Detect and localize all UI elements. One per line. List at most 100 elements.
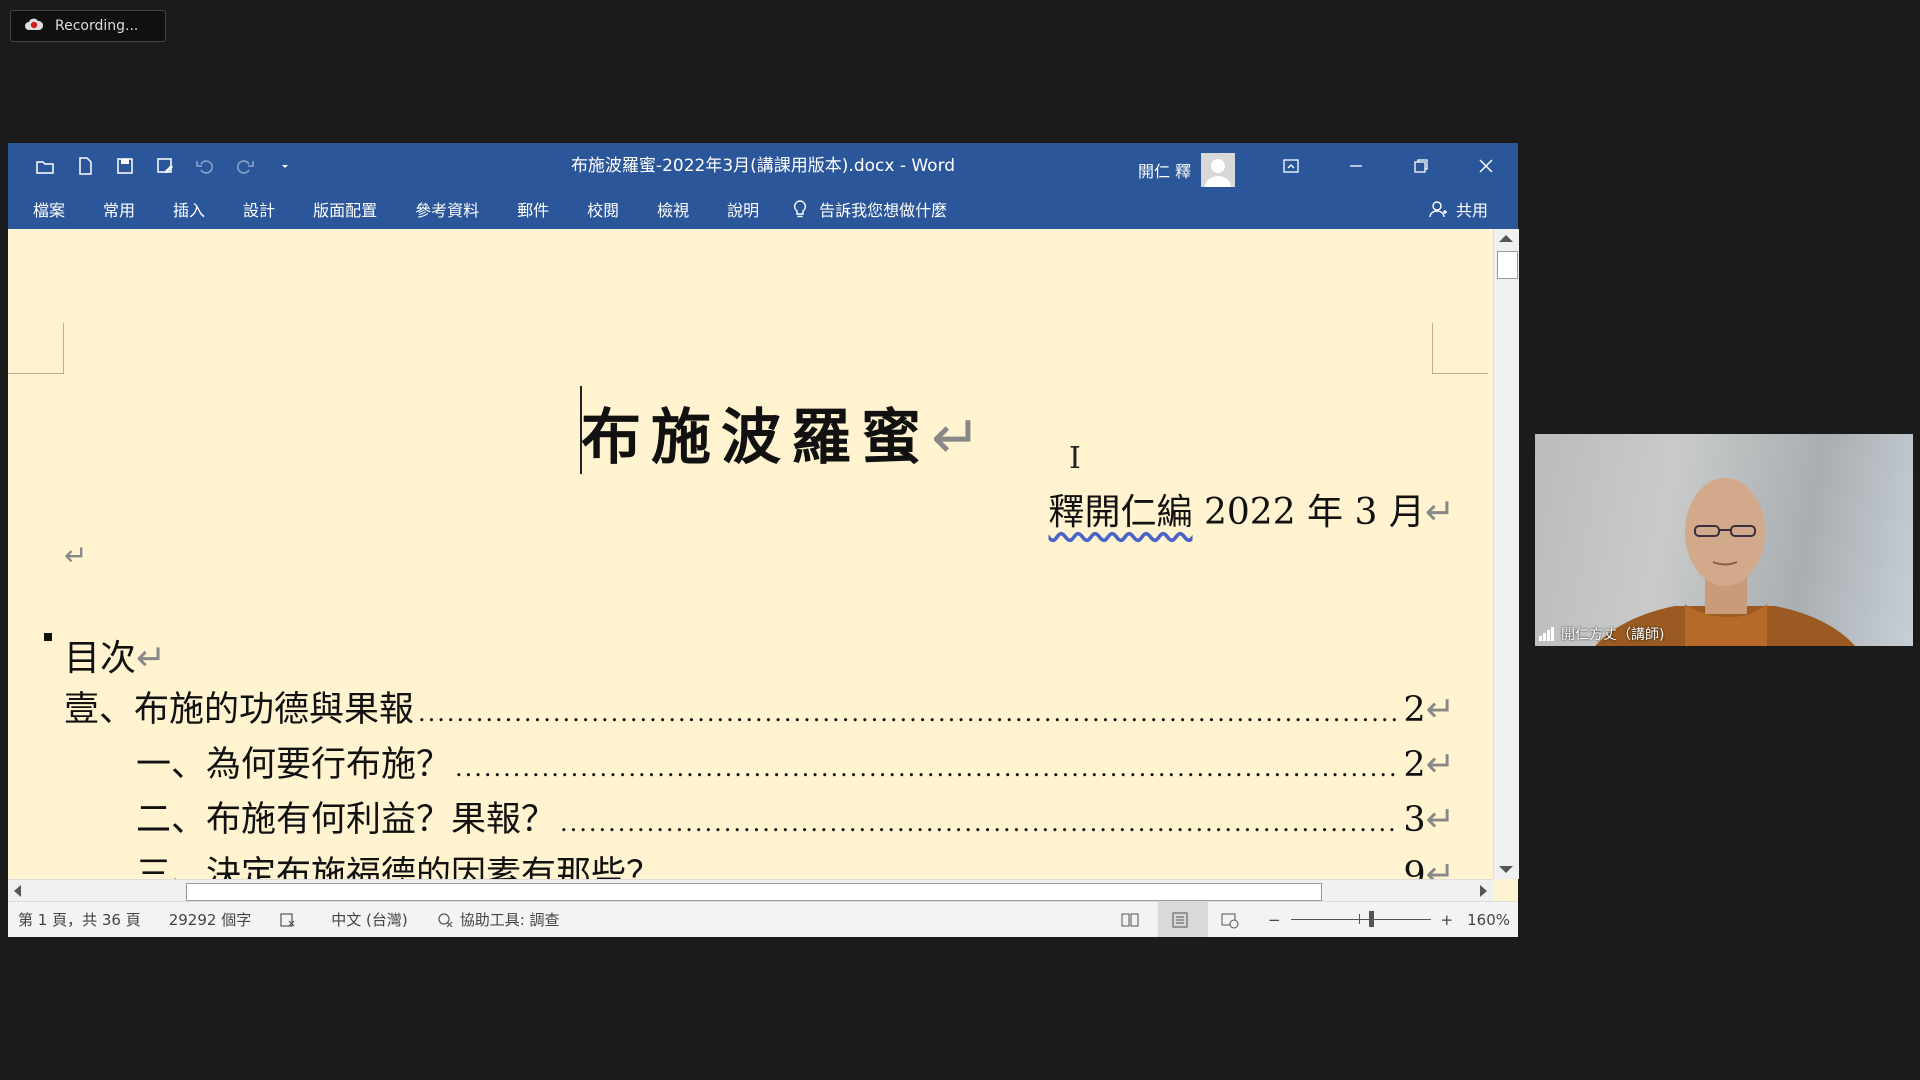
toc-entry-text: 二、布施有何利益？果報？ [136,800,557,840]
paragraph-mark: ↵ [1425,690,1455,730]
quick-access-toolbar [32,153,312,179]
paragraph-mark: ↵ [931,403,982,473]
open-folder-icon[interactable] [32,153,58,179]
title-bar: 布施波羅蜜-2022年3月(講課用版本).docx - Word 開仁 釋 [8,143,1518,189]
web-layout-button[interactable] [1208,902,1258,937]
tab-layout[interactable]: 版面配置 [313,197,377,221]
undo-icon[interactable] [192,153,218,179]
toc-title[interactable]: 目次↵ [64,629,166,681]
vertical-scroll-thumb[interactable] [1497,251,1518,279]
page-corner-mark-left [8,323,64,374]
paragraph-mark: ↵ [1425,855,1455,879]
heading-text: 布施波羅蜜 [581,403,931,473]
byline-date: 2022 年 3 月 [1192,492,1425,533]
ibeam-cursor-icon: I [1069,441,1081,476]
tab-review[interactable]: 校閱 [587,197,619,221]
zoom-slider[interactable]: − + [1268,911,1453,929]
redo-icon[interactable] [232,153,258,179]
share-button[interactable]: 共用 [1428,189,1488,229]
print-layout-icon [1172,912,1188,927]
zoom-out-icon[interactable]: − [1268,911,1281,929]
toc-entry-text: 壹、布施的功德與果報 [64,690,415,730]
zoom-in-icon[interactable]: + [1441,911,1454,929]
ribbon-tabs-bar: 檔案 常用 插入 設計 版面配置 參考資料 郵件 校閱 檢視 說明 告訴我您想做… [8,189,1518,229]
status-bar: 第 1 頁，共 36 頁 29292 個字 中文 (台灣) 協助工具: 調查 −… [8,901,1518,937]
word-window: 布施波羅蜜-2022年3月(講課用版本).docx - Word 開仁 釋 檔案… [8,143,1519,937]
horizontal-scroll-thumb[interactable] [186,883,1322,901]
toc-entry-page: 3 [1403,800,1426,840]
lightbulb-icon [794,200,807,218]
list-bullet [44,633,52,641]
recording-indicator[interactable]: Recording... [10,10,166,42]
toc-entry-page: 2 [1403,745,1426,785]
tab-file[interactable]: 檔案 [33,197,65,221]
signal-strength-icon [1539,627,1555,641]
window-controls [1258,143,1518,189]
proofing-icon[interactable] [279,911,303,929]
language-indicator[interactable]: 中文 (台灣) [331,909,407,930]
page-corner-mark-right [1432,323,1488,374]
tab-design[interactable]: 設計 [243,197,275,221]
new-document-icon[interactable] [72,153,98,179]
participant-label: 開仁方丈（講師) [1539,624,1664,644]
toc-entry-page: 9 [1403,855,1426,879]
toc-title-text: 目次 [64,638,137,679]
toc-entry[interactable]: 一、為何要行布施？ ..............................… [136,736,1455,787]
accessibility-icon [438,912,453,927]
scroll-right-icon[interactable] [1480,885,1487,897]
read-mode-button[interactable] [1108,902,1158,937]
tab-references[interactable]: 參考資料 [415,197,479,221]
paragraph-mark: ↵ [1425,800,1455,840]
document-page[interactable]: 布施波羅蜜↵ I 釋開仁編 2022 年 3 月↵ ↵ 目次↵ 壹、布施的功德與… [8,229,1493,879]
page-count[interactable]: 第 1 頁，共 36 頁 [18,909,141,930]
web-layout-icon [1221,913,1239,928]
zoom-level[interactable]: 160% [1467,911,1510,929]
print-layout-button[interactable] [1157,902,1208,937]
share-label: 共用 [1455,201,1488,220]
ribbon-display-options-icon[interactable] [1258,143,1323,189]
zoom-slider-knob[interactable] [1368,911,1374,927]
word-count[interactable]: 29292 個字 [169,909,252,930]
tab-help[interactable]: 說明 [727,197,759,221]
tab-view[interactable]: 檢視 [657,197,689,221]
scroll-down-icon[interactable] [1499,866,1513,873]
accessibility-label: 協助工具: 調查 [459,911,560,929]
horizontal-scrollbar[interactable] [8,879,1493,902]
vertical-scrollbar[interactable] [1493,229,1519,879]
recording-icon [25,17,43,35]
recording-label: Recording... [55,18,139,34]
toc-entry[interactable]: 二、布施有何利益？果報？ ...........................… [136,791,1455,842]
read-mode-icon [1121,913,1139,926]
tell-me-search[interactable]: 告訴我您想做什麼 [791,197,947,221]
toc-leader: ........................................… [665,864,1399,879]
toc-entry-text: 一、為何要行布施？ [136,745,452,785]
tab-home[interactable]: 常用 [103,197,135,221]
tab-mailings[interactable]: 郵件 [517,197,549,221]
toc-entry[interactable]: 壹、布施的功德與果報 .............................… [64,681,1455,732]
accessibility-checker[interactable]: 協助工具: 調查 [436,909,560,930]
participant-name: 開仁方丈（講師) [1561,627,1665,643]
document-heading[interactable]: 布施波羅蜜↵ [581,389,981,476]
paragraph-mark: ↵ [64,539,88,572]
save-as-icon[interactable] [152,153,178,179]
paragraph-mark: ↵ [136,638,167,679]
speaker-video [1595,478,1855,646]
webcam-tile[interactable]: 開仁方丈（講師) [1535,434,1913,646]
byline[interactable]: 釋開仁編 2022 年 3 月↵ [1049,483,1455,535]
toc-entry-page: 2 [1403,690,1426,730]
account-area[interactable]: 開仁 釋 [1138,153,1236,187]
toc-entry[interactable]: 三、決定布施福德的因素有那些？ ........................… [136,846,1455,879]
paragraph-mark: ↵ [1425,745,1455,785]
toc-leader: ........................................… [560,809,1400,837]
save-icon[interactable] [112,153,138,179]
scroll-left-icon[interactable] [14,885,21,897]
minimize-icon[interactable] [1323,143,1388,189]
avatar[interactable] [1201,153,1236,187]
paragraph-mark: ↵ [1424,492,1455,533]
person-icon [1429,201,1447,218]
tab-insert[interactable]: 插入 [173,197,205,221]
scroll-up-icon[interactable] [1499,235,1513,242]
restore-icon[interactable] [1388,143,1453,189]
customize-toolbar-icon[interactable] [272,153,298,179]
close-icon[interactable] [1453,143,1518,189]
